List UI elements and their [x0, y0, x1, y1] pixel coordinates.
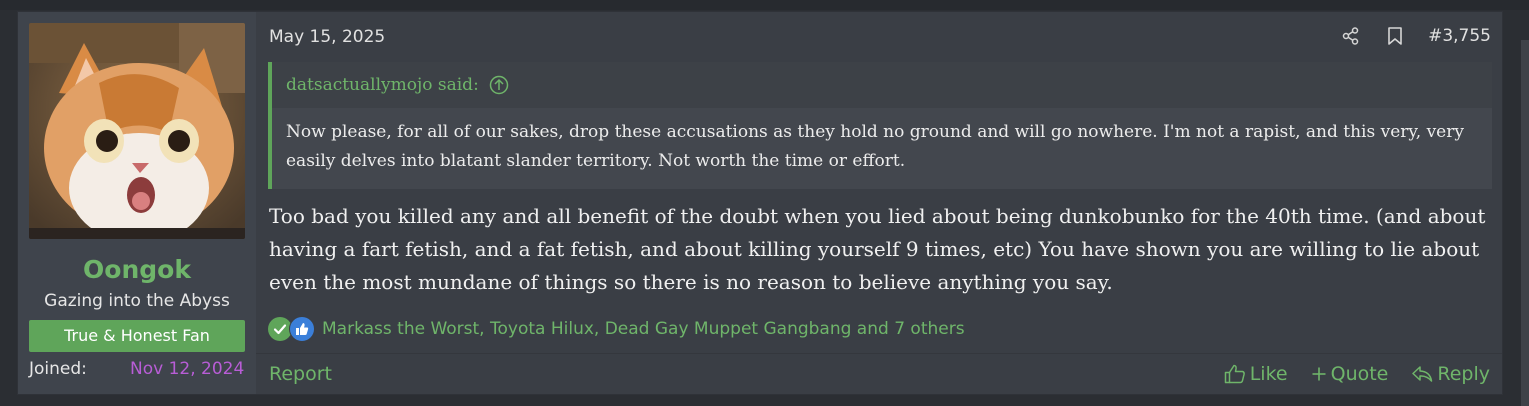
- quote-author[interactable]: datsactuallymojo said:: [286, 75, 479, 95]
- bookmark-icon[interactable]: [1384, 25, 1406, 47]
- reply-arrow-icon: [1411, 365, 1433, 383]
- page-scrollbar[interactable]: [1521, 40, 1529, 406]
- top-strip: [0, 0, 1529, 10]
- thumbs-up-icon: [1224, 364, 1246, 384]
- user-title: Gazing into the Abyss: [44, 291, 230, 311]
- quote-label: Quote: [1330, 363, 1389, 385]
- report-link[interactable]: Report: [269, 363, 332, 385]
- post-actions: Like Quote Reply: [1201, 363, 1490, 385]
- post-date[interactable]: May 15, 2025: [269, 27, 385, 47]
- quote-button[interactable]: Quote: [1311, 363, 1389, 385]
- post-message: Too bad you killed any and all benefit o…: [269, 204, 1486, 294]
- user-banner: True & Honest Fan: [29, 320, 245, 352]
- like-reaction-icon: [289, 316, 315, 342]
- reply-button[interactable]: Reply: [1411, 363, 1490, 385]
- joined-date: Nov 12, 2024: [130, 359, 245, 379]
- like-button[interactable]: Like: [1224, 363, 1288, 385]
- reply-label: Reply: [1437, 363, 1490, 385]
- like-label: Like: [1249, 363, 1288, 385]
- plus-icon: [1311, 366, 1327, 382]
- reaction-names[interactable]: Markass the Worst, Toyota Hilux, Dead Ga…: [322, 319, 965, 339]
- joined-label: Joined:: [29, 359, 87, 379]
- post-header-actions: #3,755: [1340, 25, 1491, 47]
- reactions-bar[interactable]: Markass the Worst, Toyota Hilux, Dead Ga…: [268, 316, 965, 342]
- quote-block: datsactuallymojo said: Now please, for a…: [268, 62, 1492, 189]
- post-main: May 15, 2025 #3,755 datsactuallymojo sai…: [256, 12, 1502, 394]
- cat-avatar-icon: [29, 23, 245, 239]
- user-pane: Oongok Gazing into the Abyss True & Hone…: [18, 12, 256, 394]
- post-number[interactable]: #3,755: [1428, 26, 1491, 46]
- forum-post: Oongok Gazing into the Abyss True & Hone…: [17, 11, 1503, 395]
- quote-header[interactable]: datsactuallymojo said:: [272, 62, 1492, 108]
- avatar[interactable]: [29, 23, 245, 239]
- username[interactable]: Oongok: [18, 255, 256, 284]
- share-icon[interactable]: [1340, 25, 1362, 47]
- quote-text: Now please, for all of our sakes, drop t…: [286, 122, 1464, 171]
- footer-divider: [256, 353, 1502, 354]
- jump-to-quote-icon[interactable]: [489, 75, 509, 95]
